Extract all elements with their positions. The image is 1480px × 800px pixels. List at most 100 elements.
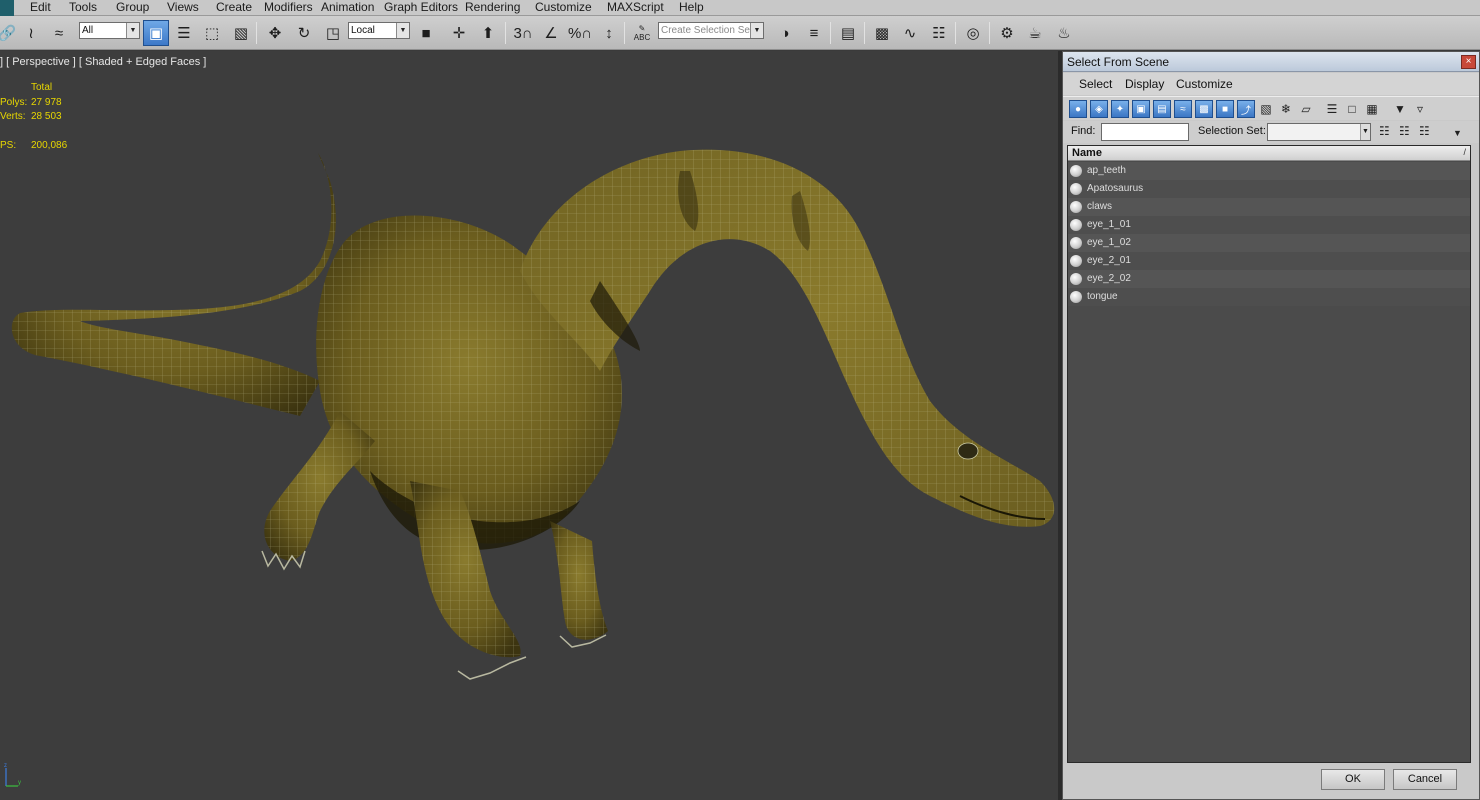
scale-icon[interactable]: ◳ <box>320 20 346 46</box>
filter-icon[interactable]: ▼ <box>1391 100 1409 118</box>
list-item[interactable]: ap_teeth <box>1068 162 1470 180</box>
chevron-down-icon: ▼ <box>396 23 409 38</box>
toolbar-separator <box>989 22 990 44</box>
display-space-warps-icon[interactable]: ≈ <box>1174 100 1192 118</box>
select-manipulate-icon[interactable]: ✛ <box>446 20 472 46</box>
select-object-icon[interactable]: ▣ <box>143 20 169 46</box>
collapse-toolbar-icon[interactable]: ▼ <box>1453 128 1462 138</box>
move-icon[interactable]: ✥ <box>262 20 288 46</box>
display-shapes-icon[interactable]: ◈ <box>1090 100 1108 118</box>
find-input[interactable] <box>1101 123 1189 141</box>
list-item[interactable]: tongue <box>1068 288 1470 306</box>
list-item[interactable]: eye_1_01 <box>1068 216 1470 234</box>
material-editor-icon[interactable]: ◎ <box>960 20 986 46</box>
menu-graph-editors[interactable]: Graph Editors <box>384 0 458 16</box>
select-link-icon[interactable]: 🔗 <box>0 20 20 46</box>
selection-set-add-icon[interactable]: ☷ <box>1379 124 1390 138</box>
list-item-label: claws <box>1087 201 1113 212</box>
display-frozen-icon[interactable]: ❄ <box>1277 100 1295 118</box>
menu-tools[interactable]: Tools <box>69 0 97 16</box>
menu-help[interactable]: Help <box>679 0 704 16</box>
menu-customize[interactable]: Customize <box>535 0 592 16</box>
window-crossing-icon[interactable]: ▧ <box>228 20 254 46</box>
selection-set-dropdown[interactable]: ▼ <box>1267 123 1371 141</box>
filter-options-icon[interactable]: ▿ <box>1411 100 1429 118</box>
selection-set-remove-icon[interactable]: ☷ <box>1399 124 1410 138</box>
mirror-icon[interactable]: ◑ <box>772 20 798 46</box>
list-item[interactable]: eye_2_02 <box>1068 270 1470 288</box>
display-lights-icon[interactable]: ✦ <box>1111 100 1129 118</box>
menu-group[interactable]: Group <box>116 0 149 16</box>
bind-space-warp-icon[interactable]: ≈ <box>46 20 72 46</box>
axis-tripod-icon: z y <box>4 763 21 787</box>
rendered-frame-window-icon[interactable]: ☕ <box>1022 20 1048 46</box>
perspective-viewport[interactable]: ] [ Perspective ] [ Shaded + Edged Faces… <box>0 51 1060 800</box>
spinner-snap-icon[interactable]: ↕ <box>596 20 622 46</box>
select-by-name-icon[interactable]: ☰ <box>171 20 197 46</box>
column-header-name[interactable]: Name / <box>1068 146 1470 161</box>
percent-snap-icon[interactable]: % ∩ <box>567 20 593 46</box>
scene-object-list[interactable]: Name / ap_teeth Apatosaurus claws eye_1_… <box>1067 145 1471 763</box>
dialog-title-bar[interactable]: Select From Scene × <box>1063 52 1479 72</box>
dialog-menu-customize[interactable]: Customize <box>1176 77 1233 91</box>
dialog-menu-select[interactable]: Select <box>1079 77 1112 91</box>
snaps-toggle-icon[interactable]: 3 ∩ <box>510 20 536 46</box>
abc-label: ABC <box>633 33 651 42</box>
list-item[interactable]: eye_1_02 <box>1068 234 1470 252</box>
select-none-icon[interactable]: □ <box>1343 100 1361 118</box>
render-setup-icon[interactable]: ⚙ <box>994 20 1020 46</box>
angle-snap-icon[interactable]: ∠ <box>538 20 564 46</box>
list-item-label: tongue <box>1087 291 1118 302</box>
align-icon[interactable]: ≡ <box>801 20 827 46</box>
selection-set-edit-icon[interactable]: ☷ <box>1419 124 1430 138</box>
schematic-view-icon[interactable]: ☷ <box>926 20 952 46</box>
ok-button[interactable]: OK <box>1321 769 1385 790</box>
menu-create[interactable]: Create <box>216 0 252 16</box>
app-icon[interactable] <box>0 0 14 16</box>
chevron-down-icon: ▼ <box>750 23 763 38</box>
menu-edit[interactable]: Edit <box>30 0 51 16</box>
list-item-label: eye_2_01 <box>1087 255 1131 266</box>
rotate-icon[interactable]: ↻ <box>291 20 317 46</box>
pivot-center-icon[interactable]: ■ <box>413 20 439 46</box>
menu-animation[interactable]: Animation <box>321 0 374 16</box>
menu-bar: Edit Tools Group Views Create Modifiers … <box>0 0 1480 16</box>
select-all-icon[interactable]: ☰ <box>1323 100 1341 118</box>
rectangular-selection-icon[interactable]: ⬚ <box>199 20 225 46</box>
selection-filter-dropdown[interactable]: All ▼ <box>79 22 140 39</box>
reference-coordinate-dropdown[interactable]: Local ▼ <box>348 22 410 39</box>
display-geometry-icon[interactable]: ● <box>1069 100 1087 118</box>
ribbon-icon[interactable]: ▩ <box>869 20 895 46</box>
menu-maxscript[interactable]: MAXScript <box>607 0 664 16</box>
layer-manager-icon[interactable]: ▤ <box>835 20 861 46</box>
display-cameras-icon[interactable]: ▣ <box>1132 100 1150 118</box>
close-icon[interactable]: × <box>1461 55 1476 69</box>
display-containers-icon[interactable]: ▧ <box>1257 100 1275 118</box>
display-helpers-icon[interactable]: ▤ <box>1153 100 1171 118</box>
display-xrefs-icon[interactable]: ■ <box>1216 100 1234 118</box>
render-production-icon[interactable]: ♨ <box>1051 20 1077 46</box>
toolbar-separator <box>505 22 506 44</box>
column-header-label: Name <box>1072 147 1102 159</box>
named-selection-set-dropdown[interactable]: Create Selection Se ▼ <box>658 22 764 39</box>
unlink-icon[interactable]: ≀ <box>18 20 44 46</box>
list-item[interactable]: claws <box>1068 198 1470 216</box>
curve-editor-icon[interactable]: ∿ <box>897 20 923 46</box>
viewport-label[interactable]: ] [ Perspective ] [ Shaded + Edged Faces… <box>0 56 206 68</box>
menu-rendering[interactable]: Rendering <box>465 0 520 16</box>
dialog-menu-display[interactable]: Display <box>1125 77 1164 91</box>
cancel-button[interactable]: Cancel <box>1393 769 1457 790</box>
list-item-label: Apatosaurus <box>1087 183 1144 194</box>
dialog-menu-bar: Select Display Customize <box>1063 73 1479 95</box>
menu-views[interactable]: Views <box>167 0 199 16</box>
keyboard-shortcut-icon[interactable]: ⬆ <box>475 20 501 46</box>
list-item[interactable]: Apatosaurus <box>1068 180 1470 198</box>
display-hidden-icon[interactable]: ▱ <box>1297 100 1315 118</box>
select-invert-icon[interactable]: ▦ <box>1363 100 1381 118</box>
list-item[interactable]: eye_2_01 <box>1068 252 1470 270</box>
display-bones-icon[interactable]: ⤴ <box>1237 100 1255 118</box>
display-groups-icon[interactable]: ▩ <box>1195 100 1213 118</box>
apatosaurus-model[interactable] <box>0 51 1060 800</box>
edit-named-selection-icon[interactable]: ✎ ABC <box>629 20 655 46</box>
menu-modifiers[interactable]: Modifiers <box>264 0 313 16</box>
